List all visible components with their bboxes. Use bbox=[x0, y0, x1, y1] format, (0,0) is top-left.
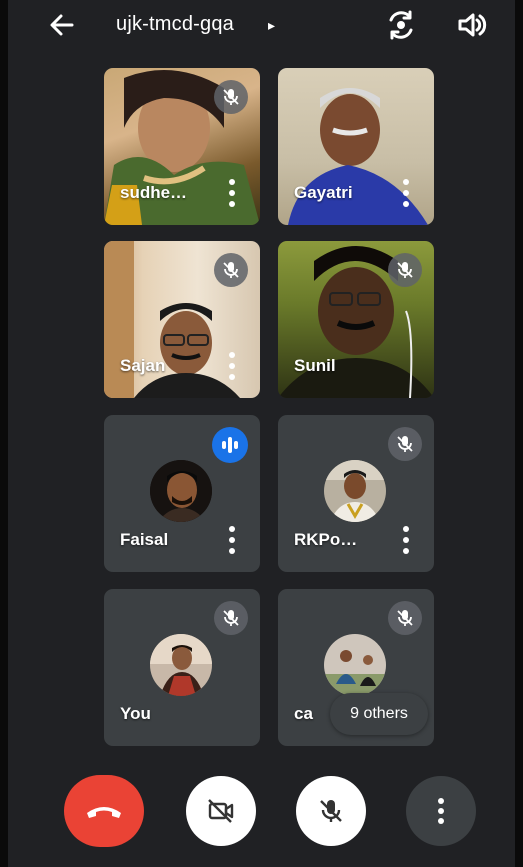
participant-tile[interactable]: Sajan bbox=[104, 241, 260, 398]
meeting-code[interactable]: ujk-tmcd-gqa bbox=[116, 13, 234, 36]
avatar bbox=[150, 460, 212, 522]
muted-mic-icon bbox=[388, 427, 422, 461]
speaking-indicator-icon bbox=[212, 427, 248, 463]
avatar bbox=[324, 460, 386, 522]
participant-tile[interactable]: Gayatri bbox=[278, 68, 434, 225]
self-tile[interactable]: You bbox=[104, 589, 260, 746]
participant-name: Sajan bbox=[120, 356, 166, 375]
hang-up-icon bbox=[87, 807, 121, 818]
more-vert-icon bbox=[438, 798, 444, 824]
avatar bbox=[150, 634, 212, 696]
avatar bbox=[324, 634, 386, 696]
speaker-icon[interactable] bbox=[454, 8, 488, 42]
participant-name: Sunil bbox=[294, 356, 336, 375]
participant-tile[interactable]: Sunil bbox=[278, 241, 434, 398]
muted-mic-icon bbox=[214, 253, 248, 287]
more-vert-icon[interactable] bbox=[402, 179, 410, 207]
more-vert-icon[interactable] bbox=[228, 352, 236, 380]
participant-name: Gayatri bbox=[294, 183, 353, 202]
muted-mic-icon bbox=[388, 601, 422, 635]
camera-toggle-button[interactable] bbox=[186, 776, 256, 846]
participant-name: sudhe… bbox=[120, 183, 188, 202]
muted-mic-icon bbox=[388, 253, 422, 287]
more-vert-icon[interactable] bbox=[228, 179, 236, 207]
participant-name: ca bbox=[294, 704, 313, 723]
more-vert-icon[interactable] bbox=[402, 526, 410, 554]
back-arrow-icon[interactable] bbox=[44, 8, 78, 42]
more-options-button[interactable] bbox=[406, 776, 476, 846]
mic-off-icon bbox=[320, 800, 342, 822]
camera-off-icon bbox=[208, 799, 234, 823]
more-vert-icon[interactable] bbox=[228, 526, 236, 554]
meet-screen: ujk-tmcd-gqa ▸ sudhe… Gayatri Sajan Suni… bbox=[8, 0, 515, 867]
participant-tile[interactable]: Faisal bbox=[104, 415, 260, 572]
participant-tile[interactable]: RKPo… bbox=[278, 415, 434, 572]
meeting-details-caret-icon[interactable]: ▸ bbox=[268, 13, 275, 37]
end-call-button[interactable] bbox=[64, 775, 144, 847]
participant-name: Faisal bbox=[120, 530, 169, 549]
top-bar: ujk-tmcd-gqa ▸ bbox=[8, 0, 515, 52]
muted-mic-icon bbox=[214, 80, 248, 114]
participant-name: You bbox=[120, 704, 151, 723]
participant-tile[interactable]: sudhe… bbox=[104, 68, 260, 225]
participant-name: RKPo… bbox=[294, 530, 358, 549]
others-chip[interactable]: 9 others bbox=[330, 693, 428, 735]
switch-camera-icon[interactable] bbox=[384, 8, 418, 42]
mic-toggle-button[interactable] bbox=[296, 776, 366, 846]
muted-mic-icon bbox=[214, 601, 248, 635]
